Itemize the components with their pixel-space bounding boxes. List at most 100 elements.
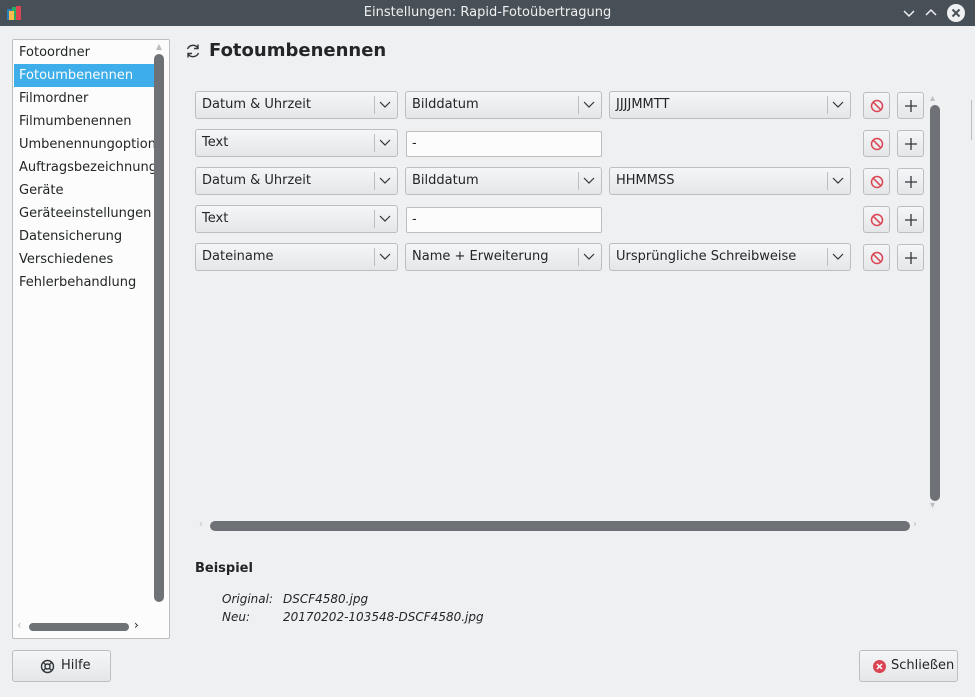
row2-type-combo[interactable]: Text	[195, 129, 398, 157]
rename-vertical-scrollbar[interactable]	[930, 105, 940, 501]
row5-type-combo[interactable]: Dateiname	[195, 243, 398, 271]
sidebar-item-geraete[interactable]: Geräte	[14, 179, 155, 202]
row5-element-combo[interactable]: Name + Erweiterung	[405, 243, 602, 271]
plus-icon	[905, 138, 917, 150]
remove-icon	[870, 251, 884, 265]
row1-element-combo[interactable]: Bilddatum	[405, 91, 602, 119]
row3-add-button[interactable]	[897, 168, 924, 195]
sidebar-item-datensicherung[interactable]: Datensicherung	[14, 225, 155, 248]
row1-add-button[interactable]	[897, 92, 924, 119]
sidebar-item-fotoumbenennen[interactable]: Fotoumbenennen	[14, 64, 155, 87]
combo-value: JJJJMMTT	[616, 97, 670, 112]
plus-icon	[905, 176, 917, 188]
chevron-down-icon	[832, 253, 844, 260]
close-window-button[interactable]	[947, 4, 965, 22]
rename-horizontal-scrollbar[interactable]	[210, 521, 910, 531]
chevron-down-icon	[583, 253, 595, 260]
example-original-value: DSCF4580.jpg	[283, 592, 369, 606]
combo-value: Bilddatum	[412, 97, 479, 112]
example-original-label: Original:	[222, 592, 273, 606]
example-heading: Beispiel	[195, 561, 253, 576]
sidebar-item-fehlerbehandlung[interactable]: Fehlerbehandlung	[14, 271, 155, 294]
row3-type-combo[interactable]: Datum & Uhrzeit	[195, 167, 398, 195]
combo-value: HHMMSS	[616, 173, 675, 188]
close-icon	[951, 8, 961, 18]
remove-icon	[870, 175, 884, 189]
remove-icon	[870, 137, 884, 151]
chevron-down-icon	[832, 101, 844, 108]
scroll-right-icon[interactable]: ›	[134, 618, 139, 632]
chevron-down-icon	[379, 215, 391, 222]
row2-add-button[interactable]	[897, 130, 924, 157]
example-new-label: Neu:	[222, 610, 251, 624]
combo-value: Bilddatum	[412, 173, 479, 188]
chevron-down-icon	[583, 177, 595, 184]
settings-category-list: Fotoordner Fotoumbenennen Filmordner Fil…	[12, 39, 170, 639]
sidebar-item-auftragsbezeichnungen[interactable]: Auftragsbezeichnungen	[14, 156, 155, 179]
window-titlebar: Einstellungen: Rapid-Fotoübertragung	[0, 0, 975, 26]
combo-value: Text	[202, 135, 229, 150]
plus-icon	[905, 100, 917, 112]
close-button[interactable]: Schließen	[859, 650, 958, 682]
chevron-down-icon	[379, 139, 391, 146]
scroll-down-icon[interactable]: ▾	[930, 500, 935, 511]
window-edge	[971, 100, 975, 140]
sidebar-item-filmordner[interactable]: Filmordner	[14, 87, 155, 110]
maximize-button[interactable]	[922, 4, 940, 22]
refresh-icon	[186, 44, 200, 58]
row5-format-combo[interactable]: Ursprüngliche Schreibweise	[609, 243, 851, 271]
close-circle-icon	[873, 660, 886, 673]
scroll-left-icon[interactable]: ‹	[17, 618, 22, 632]
sidebar-item-verschiedenes[interactable]: Verschiedenes	[14, 248, 155, 271]
combo-value: Datum & Uhrzeit	[202, 97, 312, 112]
plus-icon	[905, 214, 917, 226]
combo-value: Name + Erweiterung	[412, 249, 549, 264]
row3-remove-button[interactable]	[863, 168, 890, 195]
page-title: Fotoumbenennen	[209, 40, 387, 61]
row3-format-combo[interactable]: HHMMSS	[609, 167, 851, 195]
scroll-left-icon[interactable]: ‹	[199, 519, 203, 530]
chevron-down-icon	[583, 101, 595, 108]
row4-remove-button[interactable]	[863, 206, 890, 233]
row1-remove-button[interactable]	[863, 92, 890, 119]
combo-value: Ursprüngliche Schreibweise	[616, 249, 797, 264]
minimize-button[interactable]	[900, 4, 918, 22]
chevron-down-icon	[379, 253, 391, 260]
sidebar-vertical-scrollbar[interactable]	[154, 54, 164, 602]
help-lifebuoy-icon	[40, 659, 55, 674]
scroll-up-icon[interactable]: ▴	[930, 93, 935, 104]
chevron-down-icon	[832, 177, 844, 184]
scroll-up-icon[interactable]: ▲	[154, 42, 164, 52]
row4-type-combo[interactable]: Text	[195, 205, 398, 233]
chevron-down-icon	[379, 177, 391, 184]
row3-element-combo[interactable]: Bilddatum	[405, 167, 602, 195]
row2-text-input[interactable]: -	[406, 131, 602, 157]
sidebar-item-geraeteeinstellungen[interactable]: Geräteeinstellungen	[14, 202, 155, 225]
row1-format-combo[interactable]: JJJJMMTT	[609, 91, 851, 119]
remove-icon	[870, 99, 884, 113]
row1-type-combo[interactable]: Datum & Uhrzeit	[195, 91, 398, 119]
chevron-down-icon	[903, 10, 915, 18]
combo-value: Dateiname	[202, 249, 274, 264]
combo-value: Text	[202, 211, 229, 226]
window-title: Einstellungen: Rapid-Fotoübertragung	[363, 5, 612, 20]
remove-icon	[870, 213, 884, 227]
chevron-down-icon	[379, 101, 391, 108]
help-button-label: Hilfe	[61, 658, 91, 673]
row5-add-button[interactable]	[897, 244, 924, 271]
sidebar-item-umbenennungoptionen[interactable]: Umbenennungoptionen	[14, 133, 155, 156]
row4-add-button[interactable]	[897, 206, 924, 233]
combo-value: Datum & Uhrzeit	[202, 173, 312, 188]
example-new-value: 20170202-103548-DSCF4580.jpg	[283, 610, 484, 624]
sidebar-horizontal-scrollbar[interactable]	[29, 623, 129, 631]
sidebar-item-filmumbenennen[interactable]: Filmumbenennen	[14, 110, 155, 133]
plus-icon	[905, 252, 917, 264]
help-button[interactable]: Hilfe	[12, 650, 111, 682]
sidebar-item-fotoordner[interactable]: Fotoordner	[14, 41, 155, 64]
row5-remove-button[interactable]	[863, 244, 890, 271]
row4-text-input[interactable]: -	[406, 207, 602, 233]
chevron-up-icon	[925, 8, 937, 16]
scroll-right-icon[interactable]: ›	[913, 519, 917, 530]
close-button-label: Schließen	[891, 658, 955, 673]
row2-remove-button[interactable]	[863, 130, 890, 157]
